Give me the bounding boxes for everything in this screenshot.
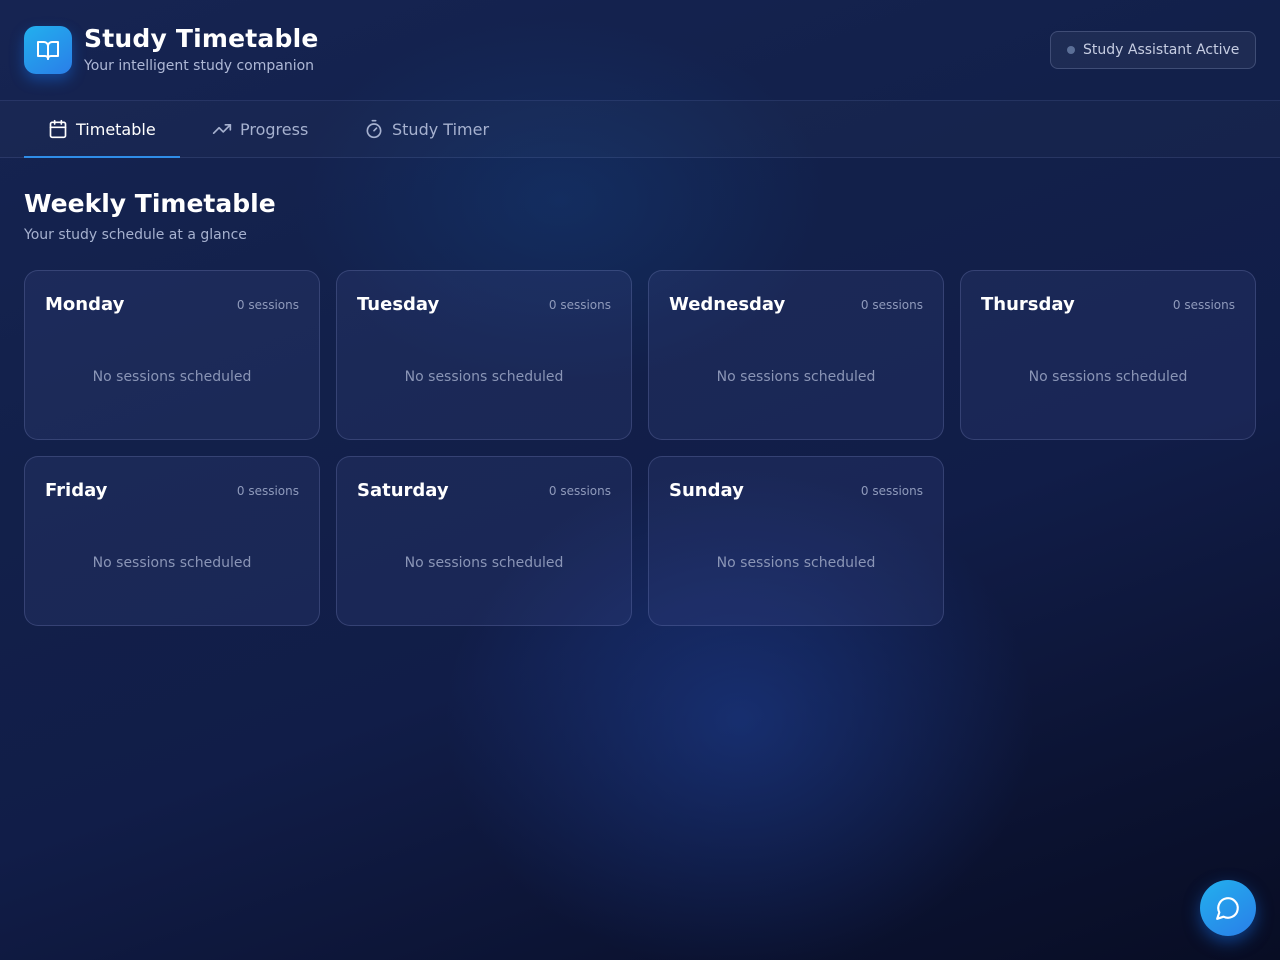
day-card-tuesday: Tuesday 0 sessions No sessions scheduled bbox=[336, 270, 632, 440]
day-name: Saturday bbox=[357, 480, 449, 501]
session-count: 0 sessions bbox=[236, 484, 299, 498]
tab-timetable[interactable]: Timetable bbox=[24, 101, 180, 158]
status-badge: Study Assistant Active bbox=[1050, 31, 1256, 69]
empty-state-text: No sessions scheduled bbox=[716, 369, 876, 385]
session-count: 0 sessions bbox=[236, 298, 299, 312]
day-name: Thursday bbox=[981, 294, 1075, 315]
book-open-icon bbox=[24, 26, 72, 74]
day-name: Monday bbox=[45, 294, 125, 315]
calendar-icon bbox=[49, 119, 67, 139]
session-count: 0 sessions bbox=[1172, 298, 1235, 312]
session-count: 0 sessions bbox=[548, 298, 611, 312]
page-subtitle: Your study schedule at a glance bbox=[24, 227, 247, 243]
empty-state-text: No sessions scheduled bbox=[92, 555, 252, 571]
tab-label: Timetable bbox=[76, 119, 156, 139]
empty-state-text: No sessions scheduled bbox=[92, 369, 252, 385]
stopwatch-icon bbox=[366, 119, 382, 139]
day-card-thursday: Thursday 0 sessions No sessions schedule… bbox=[960, 270, 1256, 440]
tab-label: Progress bbox=[240, 119, 309, 139]
empty-state-text: No sessions scheduled bbox=[404, 555, 564, 571]
status-badge-label: Study Assistant Active bbox=[1083, 42, 1240, 58]
tab-label: Study Timer bbox=[392, 119, 490, 139]
session-count: 0 sessions bbox=[548, 484, 611, 498]
tab-bar: Timetable Progress Study Timer bbox=[0, 101, 1280, 158]
day-name: Friday bbox=[45, 480, 108, 501]
chat-button[interactable] bbox=[1200, 880, 1256, 936]
empty-state-text: No sessions scheduled bbox=[404, 369, 564, 385]
app-header: Study Timetable Your intelligent study c… bbox=[0, 0, 1280, 101]
trending-up-icon bbox=[212, 124, 232, 134]
day-name: Tuesday bbox=[357, 294, 440, 315]
empty-state-text: No sessions scheduled bbox=[1028, 369, 1188, 385]
day-card-monday: Monday 0 sessions No sessions scheduled bbox=[24, 270, 320, 440]
status-dot-icon bbox=[1067, 46, 1075, 54]
day-name: Sunday bbox=[669, 480, 744, 501]
app-title: Study Timetable bbox=[84, 24, 319, 53]
page-title: Weekly Timetable bbox=[24, 189, 276, 218]
empty-state-text: No sessions scheduled bbox=[716, 555, 876, 571]
tab-progress[interactable]: Progress bbox=[212, 101, 308, 157]
day-card-saturday: Saturday 0 sessions No sessions schedule… bbox=[336, 456, 632, 626]
tab-study-timer[interactable]: Study Timer bbox=[364, 101, 489, 157]
day-card-sunday: Sunday 0 sessions No sessions scheduled bbox=[648, 456, 944, 626]
session-count: 0 sessions bbox=[860, 484, 923, 498]
day-card-wednesday: Wednesday 0 sessions No sessions schedul… bbox=[648, 270, 944, 440]
app-subtitle: Your intelligent study companion bbox=[84, 58, 315, 74]
day-name: Wednesday bbox=[669, 294, 786, 315]
session-count: 0 sessions bbox=[860, 298, 923, 312]
chat-bubble-icon bbox=[1216, 897, 1239, 920]
day-card-friday: Friday 0 sessions No sessions scheduled bbox=[24, 456, 320, 626]
